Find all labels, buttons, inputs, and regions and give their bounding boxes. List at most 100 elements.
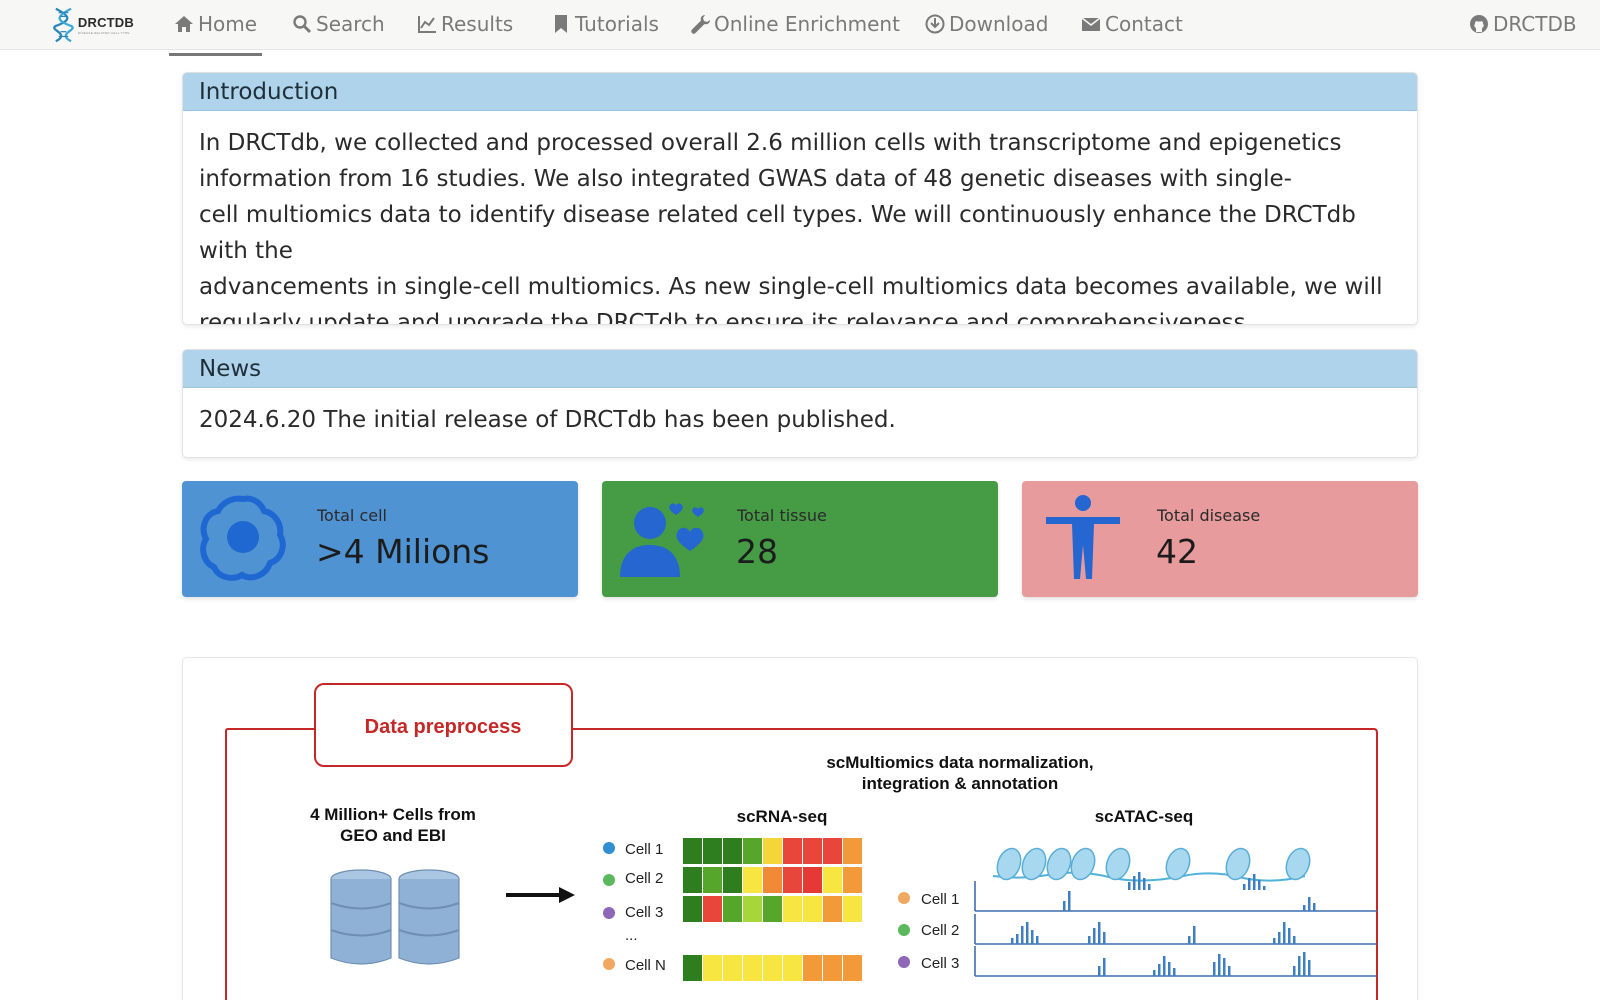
active-nav-indicator <box>169 53 262 56</box>
peak-bar <box>1063 901 1066 911</box>
chart-line-icon <box>418 16 436 33</box>
heatmap-cell <box>823 896 842 922</box>
peak-bar <box>1293 936 1296 944</box>
heatmap-cell <box>743 838 762 864</box>
atac-cell-label: Cell 2 <box>921 922 959 939</box>
heatmap-cell <box>843 867 862 893</box>
peak-bar <box>1308 960 1311 976</box>
peak-bar <box>1158 964 1161 976</box>
brand-logo[interactable]: DRCTDB DISEASE RELATED CELL TYPE <box>52 6 134 44</box>
stat-card-total-cell: Total cell >4 Milions <box>182 481 578 597</box>
atac-cell-label: Cell 3 <box>921 955 959 972</box>
chromatin-nucleosome-track <box>992 847 1311 890</box>
news-panel: News 2024.6.20 The initial release of DR… <box>182 349 1418 458</box>
peak-bar <box>1293 966 1296 976</box>
peak-bar <box>1011 938 1014 944</box>
accessibility-bar <box>1148 884 1151 890</box>
preprocess-frame-left <box>225 728 315 1000</box>
peak-bar <box>1223 958 1226 976</box>
workflow-figure: Data preprocess scMultiomics data normal… <box>225 683 1378 1000</box>
peak-bar <box>1031 930 1034 944</box>
heatmap-cell <box>703 838 722 864</box>
rna-ellipsis: ... <box>625 927 638 944</box>
peak-bar <box>1093 928 1096 944</box>
atac-cell-label: Cell 1 <box>921 891 959 908</box>
nav-contact-label: Contact <box>1105 12 1183 36</box>
peak-bar <box>1163 956 1166 976</box>
envelope-icon <box>1081 17 1101 31</box>
peak-bar <box>1068 891 1071 911</box>
normalization-title-line1: scMultiomics data normalization, <box>826 753 1093 772</box>
accessibility-bar <box>1253 874 1256 890</box>
peak-bar <box>1228 966 1231 976</box>
heatmap-cell <box>783 955 802 981</box>
nav-download[interactable]: Download <box>925 10 1048 38</box>
brand-name: DRCTDB <box>77 15 134 30</box>
source-line2: GEO and EBI <box>340 826 446 845</box>
nav-tutorials-label: Tutorials <box>575 12 659 36</box>
stat-card-total-tissue: Total tissue 28 <box>602 481 998 597</box>
expression-heatmap <box>683 838 862 981</box>
peak-bar <box>1173 968 1176 976</box>
nav-home[interactable]: Home <box>174 10 257 38</box>
nav-online-enrichment[interactable]: Online Enrichment <box>690 10 900 38</box>
accessibility-bar <box>1248 878 1251 890</box>
peak-bar <box>1193 926 1196 944</box>
normalization-title-line2: integration & annotation <box>862 774 1058 793</box>
heatmap-cell <box>843 838 862 864</box>
heatmap-cell <box>703 955 722 981</box>
nucleosome <box>1225 847 1251 881</box>
heatmap-cell <box>843 896 862 922</box>
introduction-text: In DRCTdb, we collected and processed ov… <box>183 111 1417 325</box>
heatmap-cell <box>743 955 762 981</box>
heatmap-cell <box>783 896 802 922</box>
nav-github[interactable]: DRCTDB <box>1469 10 1577 38</box>
nav-tutorials[interactable]: Tutorials <box>551 10 659 38</box>
heatmap-cell <box>743 867 762 893</box>
heatmap-cell <box>723 955 742 981</box>
preprocess-label: Data preprocess <box>365 716 522 738</box>
heatmap-cell <box>703 867 722 893</box>
source-line1: 4 Million+ Cells from <box>310 805 476 824</box>
stat-value: 42 <box>1156 532 1198 571</box>
cell-dot <box>603 842 615 854</box>
search-icon <box>293 15 312 34</box>
heatmap-cell <box>823 867 842 893</box>
database-icon <box>330 869 392 965</box>
navbar: DRCTDB DISEASE RELATED CELL TYPE Home Se… <box>0 0 1600 50</box>
nav-results[interactable]: Results <box>417 10 513 38</box>
peak-bar <box>1278 932 1281 944</box>
rna-cell-label: Cell 1 <box>625 841 663 858</box>
heatmap-cell <box>783 867 802 893</box>
workflow-figure-panel: Data preprocess scMultiomics data normal… <box>182 657 1418 1000</box>
database-icon <box>398 869 460 965</box>
heatmap-cell <box>763 896 782 922</box>
introduction-line: cell multiomics data to identify disease… <box>199 202 1356 264</box>
nav-home-label: Home <box>198 12 258 36</box>
scatac-title: scATAC-seq <box>1095 807 1194 826</box>
arrow-right-icon <box>506 887 575 903</box>
peak-bar <box>1313 903 1316 911</box>
introduction-line: information from 16 studies. We also int… <box>199 166 1292 192</box>
nav-contact[interactable]: Contact <box>1081 10 1183 38</box>
home-icon <box>175 16 193 32</box>
accessibility-bar <box>1143 878 1146 890</box>
atac-peak-tracks <box>974 881 1377 977</box>
accessibility-bar <box>1133 876 1136 890</box>
heatmap-cell <box>723 838 742 864</box>
human-body-icon <box>1046 495 1120 579</box>
heatmap-cell <box>683 896 702 922</box>
dna-helix-icon <box>53 7 74 43</box>
stat-label: Total tissue <box>737 506 827 525</box>
rna-cell-label: Cell N <box>625 957 666 974</box>
peak-bar <box>1153 970 1156 976</box>
peak-bar <box>1103 958 1106 976</box>
heatmap-cell <box>823 838 842 864</box>
peak-bar <box>1303 905 1306 911</box>
introduction-line: regularly update and upgrade the DRCTdb … <box>199 310 1253 325</box>
nav-search[interactable]: Search <box>292 10 385 38</box>
nav-online-enrichment-label: Online Enrichment <box>714 12 900 36</box>
peak-bar <box>1308 897 1311 911</box>
heatmap-cell <box>683 838 702 864</box>
stat-value: 28 <box>736 532 778 571</box>
